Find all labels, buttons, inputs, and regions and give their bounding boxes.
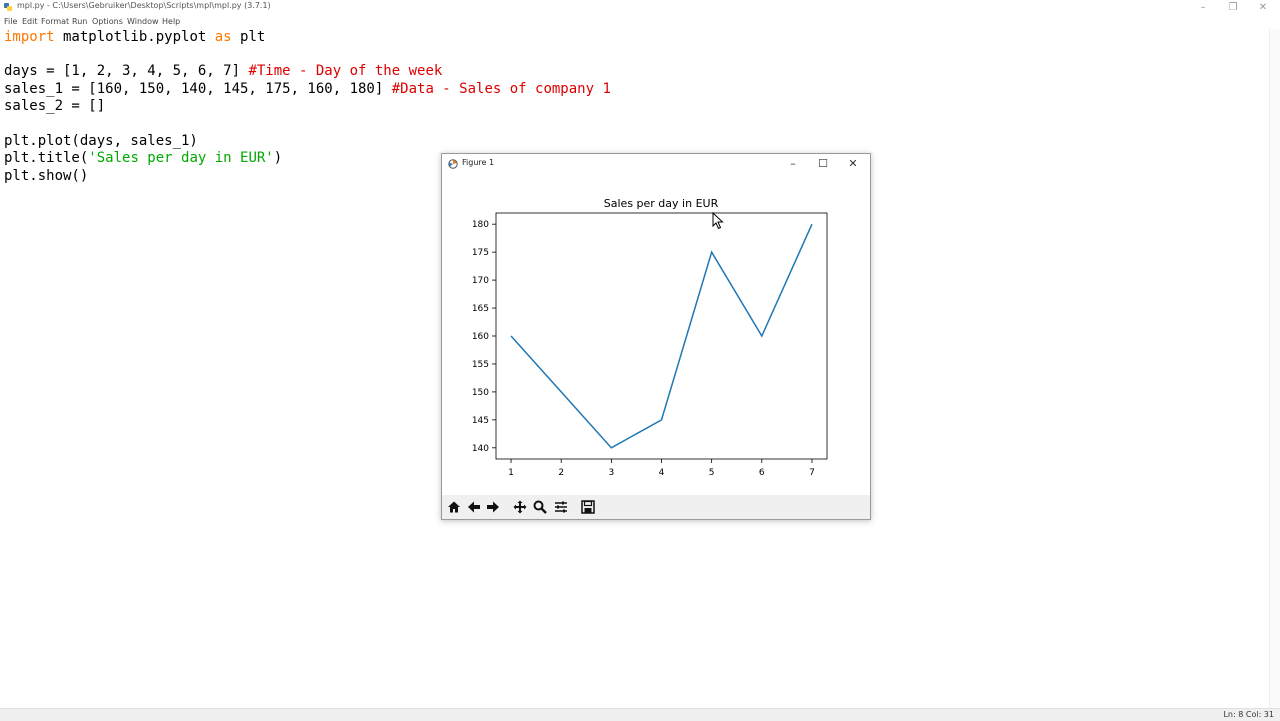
x-tick-label: 7 (809, 468, 815, 478)
code-text: plt (231, 29, 266, 45)
menu-options[interactable]: Options (92, 17, 123, 26)
pan-icon[interactable] (511, 498, 529, 516)
menubar: File Edit Format Run Options Window Help (0, 15, 1280, 29)
forward-arrow-icon[interactable] (484, 498, 502, 516)
python-app-icon (4, 3, 12, 11)
figure-window: Figure 1 – ☐ ✕ Sales per day in EUR 1 2 3 4… (441, 153, 871, 520)
keyword: as (214, 29, 232, 45)
back-arrow-icon[interactable] (465, 498, 483, 516)
home-icon[interactable] (445, 498, 463, 516)
x-tick-label: 3 (608, 468, 614, 478)
code-text: sales_1 = [160, 150, 140, 145, 175, 160,… (4, 81, 392, 97)
chart-title: Sales per day in EUR (604, 197, 719, 210)
figure-close-button[interactable]: ✕ (838, 154, 868, 174)
x-tick-label: 2 (558, 468, 564, 478)
code-line-1: import matplotlib.pyplot as plt (4, 29, 265, 46)
x-tick-label: 4 (659, 468, 665, 478)
zoom-icon[interactable] (531, 498, 549, 516)
code-line-7: plt.plot(days, sales_1) (4, 133, 198, 150)
figure-title: Figure 1 (462, 158, 495, 167)
window-title: mpl.py - C:\Users\Gebruiker\Desktop\Scri… (17, 1, 271, 10)
y-tick-label: 160 (472, 332, 489, 342)
code-line-3: days = [1, 2, 3, 4, 5, 6, 7] #Time - Day… (4, 63, 442, 80)
editor-scrollbar[interactable] (1269, 29, 1280, 708)
x-tick-label: 6 (759, 468, 765, 478)
code-comment: #Time - Day of the week (248, 63, 443, 79)
line-chart: Sales per day in EUR 1 2 3 4 5 6 7 140 145 150 155… (472, 197, 828, 478)
code-text: days = [1, 2, 3, 4, 5, 6, 7] (4, 63, 249, 79)
y-tick-label: 150 (472, 388, 489, 398)
figure-canvas[interactable]: Sales per day in EUR 1 2 3 4 5 6 7 140 145 150 155… (442, 174, 870, 495)
code-line-4: sales_1 = [160, 150, 140, 145, 175, 160,… (4, 81, 611, 98)
minimize-button[interactable]: – (1188, 0, 1218, 15)
menu-run[interactable]: Run (72, 17, 87, 26)
menu-edit[interactable]: Edit (22, 17, 38, 26)
y-tick-label: 165 (472, 304, 489, 314)
code-line-5: sales_2 = [] (4, 98, 105, 115)
figure-minimize-button[interactable]: – (778, 154, 808, 174)
code-text: ) (273, 150, 283, 166)
x-tick-label: 5 (709, 468, 715, 478)
y-tick-label: 145 (472, 416, 489, 426)
axes-frame (495, 212, 828, 460)
y-tick-label: 155 (472, 360, 489, 370)
x-tick-label: 1 (508, 468, 514, 478)
y-tick-label: 140 (472, 444, 489, 454)
menu-format[interactable]: Format (41, 17, 69, 26)
code-comment: #Data - Sales of company 1 (391, 81, 611, 97)
matplotlib-icon (448, 159, 458, 169)
y-tick-label: 170 (472, 276, 489, 286)
subplots-icon[interactable] (552, 498, 570, 516)
restore-button[interactable]: ❐ (1218, 0, 1248, 15)
save-icon[interactable] (579, 498, 597, 516)
menu-file[interactable]: File (4, 17, 17, 26)
menu-help[interactable]: Help (162, 17, 180, 26)
cursor-position: Ln: 8 Col: 31 (1223, 710, 1274, 719)
figure-titlebar: Figure 1 – ☐ ✕ (442, 154, 870, 174)
close-button[interactable]: ✕ (1248, 0, 1278, 15)
keyword: import (4, 29, 55, 45)
statusbar: Ln: 8 Col: 31 (0, 708, 1280, 721)
code-line-8: plt.title('Sales per day in EUR') (4, 150, 282, 167)
code-text: plt.plot(days, sales_1) (4, 133, 198, 149)
code-text: plt.show() (4, 168, 89, 184)
code-text: matplotlib.pyplot (54, 29, 215, 45)
y-tick-label: 180 (472, 220, 489, 230)
figure-maximize-button[interactable]: ☐ (808, 154, 838, 174)
code-text: plt.title( (4, 150, 89, 166)
window-titlebar: mpl.py - C:\Users\Gebruiker\Desktop\Scri… (0, 0, 1280, 15)
figure-toolbar (442, 495, 870, 519)
y-tick-label: 175 (472, 248, 489, 258)
code-text: sales_2 = [] (4, 98, 106, 114)
mouse-cursor-icon (712, 212, 724, 230)
menu-window[interactable]: Window (127, 17, 159, 26)
code-line-9: plt.show() (4, 168, 88, 185)
code-string: 'Sales per day in EUR' (88, 150, 274, 166)
